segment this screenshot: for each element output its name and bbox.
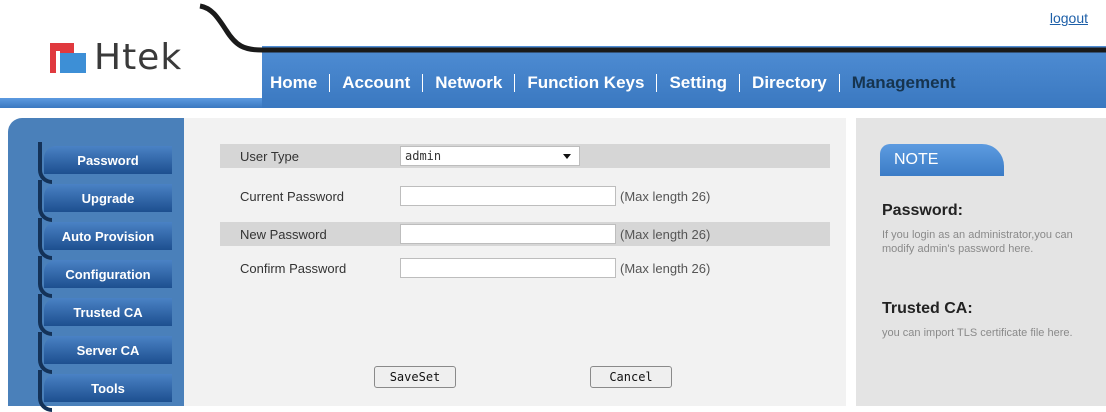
note-tab: NOTE: [880, 144, 1004, 176]
user-type-label: User Type: [240, 148, 300, 164]
confirm-password-row: Confirm Password (Max length 26): [220, 256, 830, 280]
sidebar-item-upgrade[interactable]: Upgrade: [38, 180, 172, 222]
current-password-label: Current Password: [240, 188, 345, 204]
nav-home[interactable]: Home: [258, 73, 329, 93]
note-trusted-ca-text: you can import TLS certificate file here…: [882, 327, 1073, 339]
logo-text: Htek: [94, 37, 183, 78]
sidebar-item-password[interactable]: Password: [38, 142, 172, 184]
nav-directory[interactable]: Directory: [740, 73, 839, 93]
new-password-row: New Password (Max length 26): [220, 222, 830, 246]
user-type-row: User Type admin: [220, 144, 830, 168]
logout-link[interactable]: logout: [1050, 10, 1088, 26]
new-password-hint: (Max length 26): [620, 226, 711, 242]
nav-management[interactable]: Management: [840, 73, 968, 93]
sidebar-item-configuration[interactable]: Configuration: [38, 256, 172, 298]
confirm-password-label: Confirm Password: [240, 260, 347, 276]
nav-account[interactable]: Account: [330, 73, 422, 93]
header: logout Htek Home Account Network Functio…: [0, 0, 1106, 112]
user-type-value: admin: [405, 149, 442, 163]
new-password-input[interactable]: [400, 224, 616, 244]
logo-mark-icon: [50, 43, 90, 73]
sidebar-item-tools[interactable]: Tools: [38, 370, 172, 412]
confirm-password-input[interactable]: [400, 258, 616, 278]
note-trusted-ca-title: Trusted CA:: [882, 300, 973, 317]
nav-function-keys[interactable]: Function Keys: [515, 73, 656, 93]
current-password-input[interactable]: [400, 186, 616, 206]
chevron-down-icon: [563, 154, 571, 159]
confirm-password-hint: (Max length 26): [620, 260, 711, 276]
cancel-button[interactable]: Cancel: [590, 366, 672, 388]
saveset-button[interactable]: SaveSet: [374, 366, 456, 388]
user-type-select[interactable]: admin: [400, 146, 580, 166]
note-password-title: Password:: [882, 202, 963, 219]
sidebar-item-server-ca[interactable]: Server CA: [38, 332, 172, 374]
current-password-row: Current Password (Max length 26): [220, 184, 830, 208]
current-password-hint: (Max length 26): [620, 188, 711, 204]
new-password-label: New Password: [240, 226, 327, 242]
htek-logo: Htek: [50, 38, 182, 78]
note-password-text: If you login as an administrator,you can…: [882, 229, 1073, 255]
sidebar-item-auto-provision[interactable]: Auto Provision: [38, 218, 172, 260]
top-navigation: Home Account Network Function Keys Setti…: [258, 68, 968, 98]
nav-network[interactable]: Network: [423, 73, 514, 93]
sidebar-item-trusted-ca[interactable]: Trusted CA: [38, 294, 172, 336]
nav-setting[interactable]: Setting: [657, 73, 739, 93]
